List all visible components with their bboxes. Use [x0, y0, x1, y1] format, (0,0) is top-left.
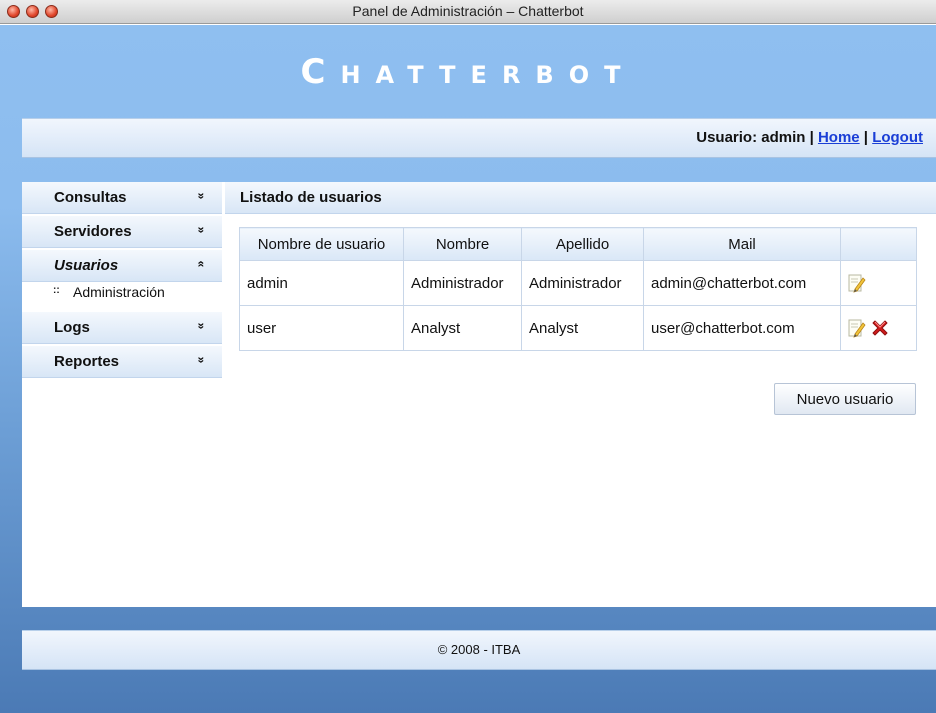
sidebar-item-logs[interactable]: Logs » [22, 312, 222, 344]
table-row: admin Administrador Administrador admin@… [239, 260, 917, 306]
brand-rest: HATTERBOT [340, 61, 636, 89]
logout-link[interactable]: Logout [872, 129, 923, 146]
column-header-mail[interactable]: Mail [643, 227, 841, 261]
sidebar-item-label: Logs [54, 319, 90, 336]
cell-actions [840, 305, 917, 351]
chevron-up-icon[interactable]: « [194, 261, 208, 268]
edit-icon[interactable] [847, 317, 867, 339]
panel-heading: Listado de usuarios [225, 182, 936, 214]
window-title-bar: Panel de Administración – Chatterbot [0, 0, 936, 24]
new-user-button[interactable]: Nuevo usuario [774, 383, 916, 415]
column-header-nombre[interactable]: Nombre [403, 227, 522, 261]
window-title: Panel de Administración – Chatterbot [352, 3, 584, 19]
cell-username: user [239, 305, 404, 351]
cell-mail: admin@chatterbot.com [643, 260, 841, 306]
cell-apellido: Administrador [521, 260, 644, 306]
cell-nombre: Administrador [403, 260, 522, 306]
delete-icon[interactable] [869, 317, 891, 339]
user-bar: Usuario: admin | Home | Logout [22, 118, 936, 158]
users-table: Nombre de usuario Nombre Apellido Mail a… [239, 227, 917, 351]
current-user-label: Usuario: admin | [696, 129, 818, 146]
link-separator: | [859, 129, 873, 146]
cell-nombre: Analyst [403, 305, 522, 351]
zoom-window-button[interactable] [45, 5, 58, 18]
window-controls [7, 5, 58, 18]
cell-mail: user@chatterbot.com [643, 305, 841, 351]
cell-apellido: Analyst [521, 305, 644, 351]
table-header-row: Nombre de usuario Nombre Apellido Mail [239, 227, 917, 261]
chevron-down-icon[interactable]: » [194, 227, 208, 234]
copyright-text: © 2008 - ITBA [437, 642, 521, 657]
cell-actions [840, 260, 917, 306]
footer: © 2008 - ITBA [22, 630, 936, 670]
chevron-down-icon[interactable]: » [194, 193, 208, 200]
minimize-window-button[interactable] [26, 5, 39, 18]
cell-username: admin [239, 260, 404, 306]
edit-icon[interactable] [847, 272, 867, 294]
chevron-down-icon[interactable]: » [194, 323, 208, 330]
chevron-down-icon[interactable]: » [194, 357, 208, 364]
column-header-actions [840, 227, 917, 261]
home-link[interactable]: Home [818, 129, 860, 146]
bullet-icon: :: [53, 285, 60, 296]
sidebar-item-consultas[interactable]: Consultas » [22, 182, 222, 214]
sidebar-item-usuarios[interactable]: Usuarios « [22, 250, 222, 282]
table-row: user Analyst Analyst user@chatterbot.com [239, 305, 917, 351]
sidebar-item-reportes[interactable]: Reportes » [22, 346, 222, 378]
column-header-username[interactable]: Nombre de usuario [239, 227, 404, 261]
brand-initial: C [300, 52, 341, 92]
sidebar-subitem-label: Administración [73, 284, 165, 300]
brand-logo: CHATTERBOT [0, 52, 936, 92]
sidebar-item-label: Usuarios [54, 257, 119, 274]
column-header-apellido[interactable]: Apellido [521, 227, 644, 261]
sidebar-item-servidores[interactable]: Servidores » [22, 216, 222, 248]
sidebar-item-label: Consultas [54, 189, 127, 206]
sidebar-item-label: Reportes [54, 353, 120, 370]
sidebar: Consultas » Servidores » Usuarios « :: A… [22, 182, 222, 380]
close-window-button[interactable] [7, 5, 20, 18]
sidebar-subitem-administracion[interactable]: :: Administración [22, 282, 222, 304]
sidebar-item-label: Servidores [54, 223, 132, 240]
content-area: Consultas » Servidores » Usuarios « :: A… [22, 182, 936, 607]
